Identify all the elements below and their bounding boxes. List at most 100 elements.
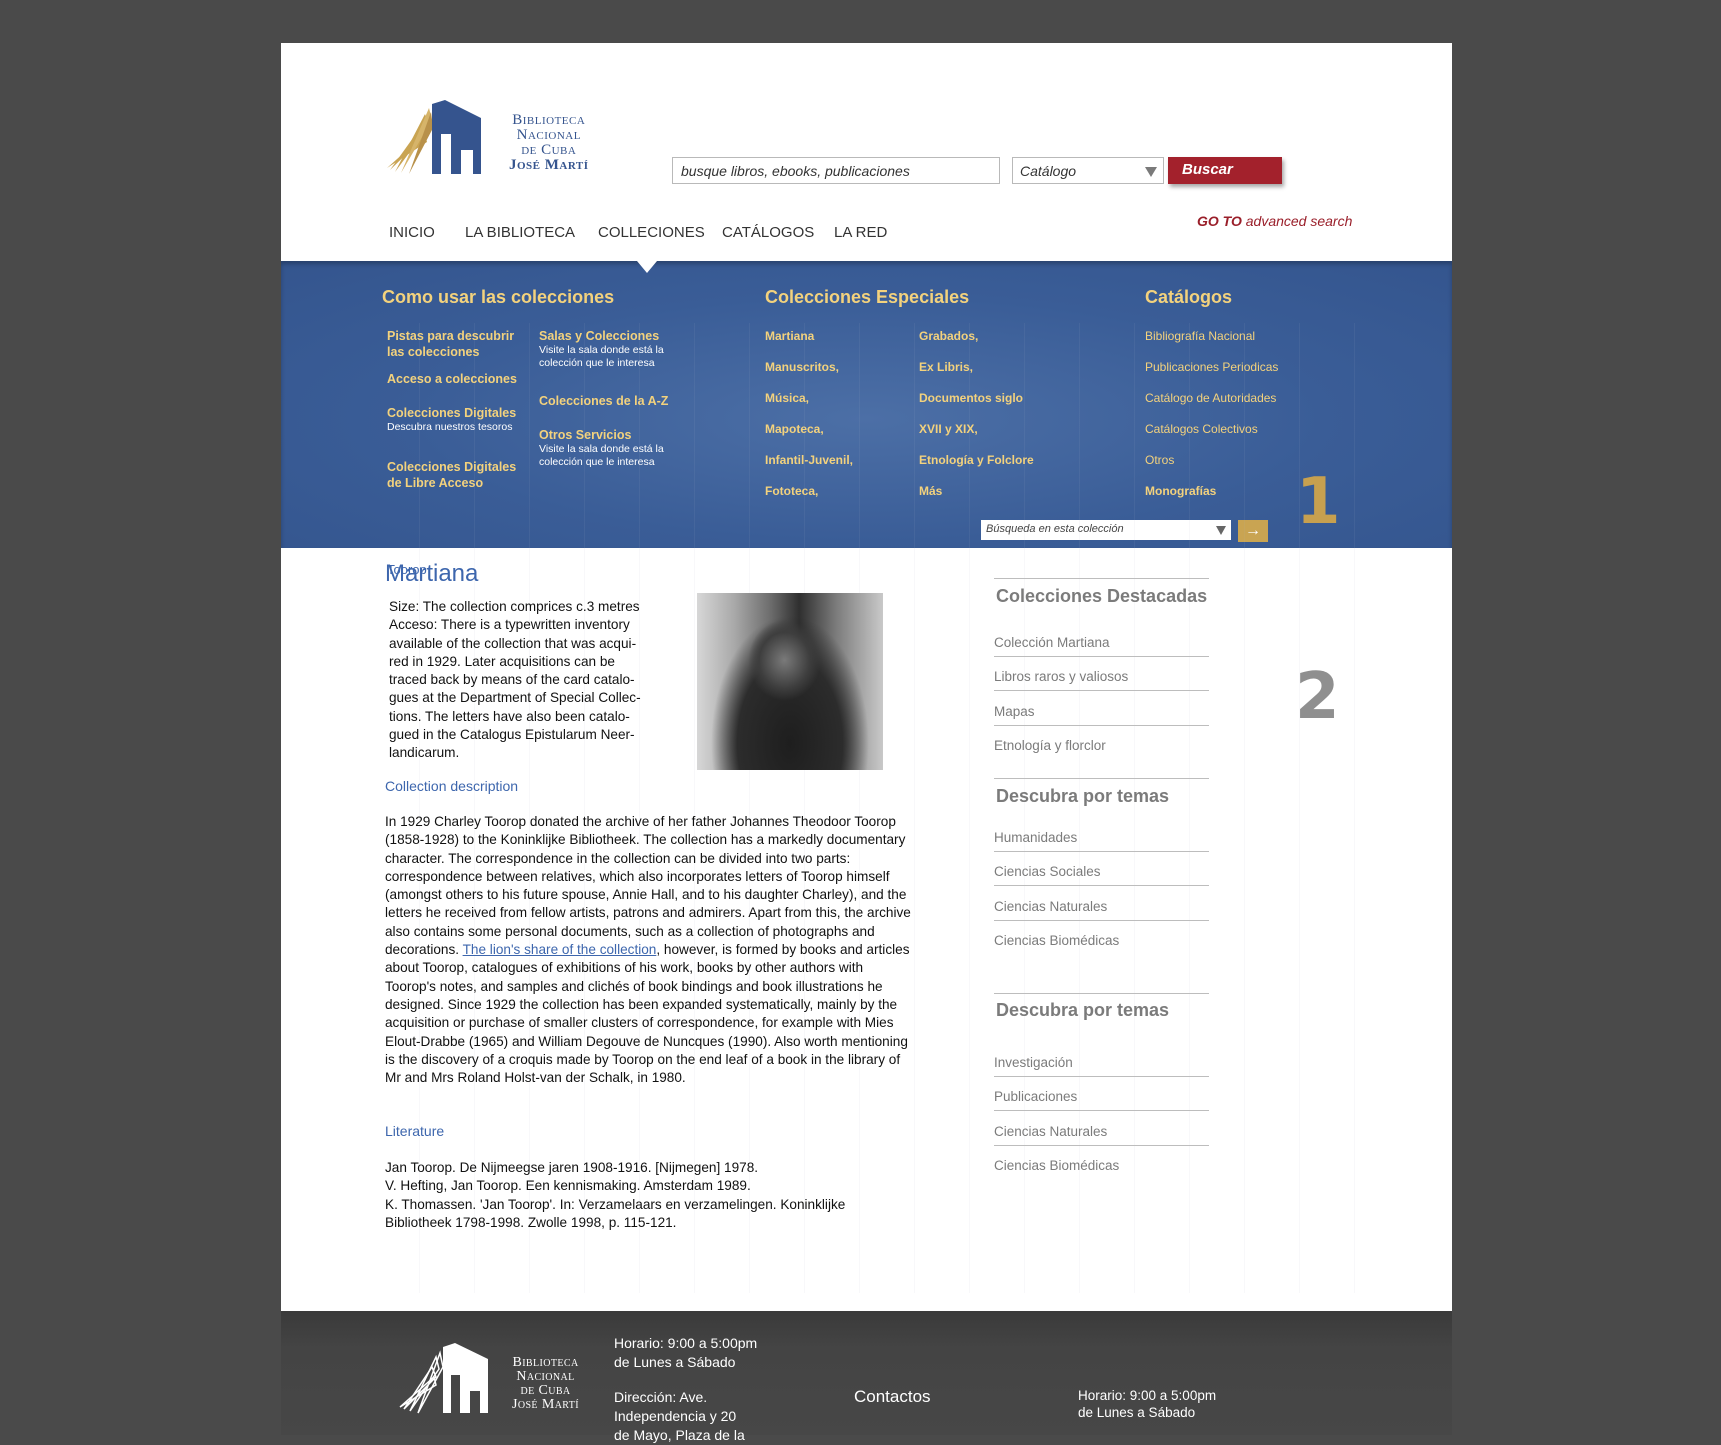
- featured-collections-title: Colecciones Destacadas: [996, 586, 1208, 606]
- topic2-item[interactable]: Ciencias Biomédicas: [994, 1158, 1209, 1179]
- mega-special-item[interactable]: Música,: [765, 391, 809, 405]
- nav-item-catalogos[interactable]: CATÁLOGOS: [722, 224, 814, 241]
- sidebar-divider: [994, 993, 1209, 994]
- featured-item[interactable]: Etnología y florclor: [994, 738, 1209, 759]
- mega-link-otros-servicios[interactable]: Otros Servicios Visite la sala donde est…: [539, 427, 679, 469]
- advanced-search-link[interactable]: GO TO advanced search: [1197, 213, 1352, 229]
- footer-address-line: Dirección: Ave.: [614, 1389, 708, 1405]
- logo-line-4: José Martí: [509, 157, 589, 173]
- topics-title: Descubra por temas: [996, 786, 1170, 806]
- topic-item[interactable]: Ciencias Sociales: [994, 864, 1209, 886]
- mega-link-label: Colecciones Digitales: [387, 406, 517, 420]
- intro-line: traced back by means of the card catalo-: [389, 672, 635, 688]
- intro-line: gued in the Catalogus Epistularum Neer-: [389, 727, 635, 743]
- literature-list: Jan Toorop. De Nijmeegse jaren 1908-1916…: [385, 1159, 905, 1232]
- nav-item-biblioteca[interactable]: LA BIBLIOTECA: [465, 224, 575, 241]
- mega-link-label: Pistas para descubrir las colecciones: [387, 329, 515, 359]
- intro-line: Acceso: There is a typewritten inventory: [389, 617, 630, 633]
- footer-hours-line: de Lunes a Sábado: [614, 1354, 736, 1370]
- mega-special-item[interactable]: Fototeca,: [765, 484, 818, 498]
- footer-hours2-line: de Lunes a Sábado: [1078, 1405, 1196, 1420]
- intro-line: tions. The letters have also been catalo…: [389, 708, 630, 724]
- mega-link-colecciones-digitales[interactable]: Colecciones Digitales Descubra nuestros …: [387, 405, 527, 434]
- advanced-search-text: advanced search: [1245, 213, 1353, 229]
- collections-mega-menu: Como usar las colecciones Pistas para de…: [281, 261, 1452, 548]
- featured-item[interactable]: Mapas: [994, 704, 1209, 726]
- mega-link-salas[interactable]: Salas y Colecciones Visite la sala donde…: [539, 328, 679, 370]
- mega-col3-title: Catálogos: [1145, 287, 1233, 307]
- mega-link-a-z[interactable]: Colecciones de la A-Z: [539, 393, 689, 409]
- mega-link-label: Colecciones Digitales de Libre Acceso: [387, 460, 517, 490]
- mega-link-pistas[interactable]: Pistas para descubrir las colecciones: [387, 328, 527, 360]
- footer-logo-line: Nacional: [516, 1369, 575, 1384]
- topic2-item[interactable]: Publicaciones: [994, 1089, 1209, 1111]
- mega-link-label: Colecciones de la A-Z: [539, 394, 669, 408]
- topic2-item[interactable]: Ciencias Naturales: [994, 1124, 1209, 1146]
- intro-line: available of the collection that was acq…: [389, 635, 637, 651]
- arrow-right-icon: →: [1245, 522, 1261, 539]
- footer-logo-line: José Martí: [512, 1397, 580, 1412]
- footer-hours-2: Horario: 9:00 a 5:00pm de Lunes a Sábado: [1078, 1387, 1216, 1421]
- lions-share-link[interactable]: The lion's share of the collection: [463, 942, 657, 957]
- featured-item[interactable]: Colección Martiana: [994, 635, 1209, 657]
- collection-search-input[interactable]: Búsqueda en esta colección: [981, 520, 1231, 540]
- nav-item-la-red[interactable]: LA RED: [834, 224, 887, 241]
- intro-line: Size: The collection comprices c.3 metre…: [389, 599, 640, 614]
- mega-catalog-item[interactable]: Publicaciones Periodicas: [1145, 360, 1278, 374]
- footer-logo-text: Biblioteca Nacional de Cuba José Martí: [512, 1356, 579, 1412]
- mega-catalog-item[interactable]: Catálogo de Autoridades: [1145, 391, 1276, 405]
- mega-special-item[interactable]: XVII y XIX,: [919, 422, 978, 436]
- mega-special-item[interactable]: Martiana: [765, 329, 814, 343]
- topic-item[interactable]: Humanidades: [994, 830, 1209, 852]
- description-part-1: In 1929 Charley Toorop donated the archi…: [385, 814, 911, 958]
- mega-link-sub: Visite la sala donde está la colección q…: [539, 443, 664, 468]
- footer: Biblioteca Nacional de Cuba José Martí H…: [281, 1311, 1452, 1443]
- literature-item: Jan Toorop. De Nijmeegse jaren 1908-1916…: [385, 1160, 759, 1175]
- nav-pointer: [637, 261, 657, 273]
- search-button[interactable]: Buscar: [1168, 157, 1282, 184]
- chevron-down-icon: [1216, 526, 1226, 535]
- mega-special-item[interactable]: Documentos siglo: [919, 391, 1023, 405]
- page-title: Martiana: [385, 560, 479, 587]
- footer-address: Dirección: Ave. Independencia y 20 de Ma…: [614, 1388, 745, 1445]
- mega-special-item[interactable]: Grabados,: [919, 329, 978, 343]
- portrait-photo: [697, 593, 883, 770]
- catalog-select[interactable]: Catálogo: [1012, 157, 1164, 184]
- intro-text: Size: The collection comprices c.3 metre…: [389, 598, 679, 763]
- mega-special-item[interactable]: Mapoteca,: [765, 422, 824, 436]
- topic-item[interactable]: Ciencias Biomédicas: [994, 933, 1209, 954]
- topic2-item[interactable]: Investigación: [994, 1055, 1209, 1077]
- mega-catalog-item[interactable]: Otros: [1145, 453, 1174, 467]
- mega-special-item[interactable]: Más: [919, 484, 942, 498]
- mega-catalog-item[interactable]: Monografías: [1145, 484, 1216, 498]
- collection-description-link[interactable]: Collection description: [385, 778, 518, 794]
- featured-item[interactable]: Libros raros y valiosos: [994, 669, 1209, 691]
- search-input[interactable]: busque libros, ebooks, publicaciones: [672, 157, 1000, 184]
- mega-special-item[interactable]: Ex Libris,: [919, 360, 973, 374]
- mega-link-acceso[interactable]: Acceso a colecciones: [387, 371, 527, 387]
- footer-logo-icon[interactable]: [398, 1343, 508, 1423]
- collection-search-go-button[interactable]: →: [1238, 520, 1268, 542]
- mega-link-libre-acceso[interactable]: Colecciones Digitales de Libre Acceso: [387, 459, 527, 491]
- catalog-select-value: Catálogo: [1020, 163, 1077, 179]
- mega-catalog-item[interactable]: Catálogos Colectivos: [1145, 422, 1258, 436]
- mega-special-item[interactable]: Infantil-Juvenil,: [765, 453, 853, 467]
- sidebar-divider: [994, 578, 1209, 579]
- mega-col1-title: Como usar las colecciones: [382, 287, 615, 307]
- literature-item: V. Hefting, Jan Toorop. Een kennismaking…: [385, 1178, 751, 1194]
- footer-address-line: de Mayo, Plaza de la: [614, 1427, 745, 1443]
- nav-item-inicio[interactable]: INICIO: [389, 224, 435, 241]
- mega-col2-title: Colecciones Especiales: [765, 287, 970, 307]
- mega-catalog-item[interactable]: Bibliografía Nacional: [1145, 329, 1255, 343]
- topic-item[interactable]: Ciencias Naturales: [994, 899, 1209, 921]
- sidebar-divider: [994, 778, 1209, 779]
- footer-contacts-link[interactable]: Contactos: [854, 1387, 931, 1406]
- mega-special-item[interactable]: Etnología y Folclore: [919, 453, 1034, 467]
- literature-link[interactable]: Literature: [385, 1123, 444, 1139]
- intro-line: gues at the Department of Special Collec…: [389, 690, 641, 706]
- mega-special-item[interactable]: Manuscritos,: [765, 360, 839, 374]
- mega-link-label: Acceso a colecciones: [387, 372, 517, 386]
- footer-hours: Horario: 9:00 a 5:00pm de Lunes a Sábado: [614, 1334, 757, 1372]
- page: Biblioteca Nacional de Cuba José Martí b…: [281, 43, 1452, 1311]
- nav-item-colecciones[interactable]: COLLECIONES: [598, 224, 705, 241]
